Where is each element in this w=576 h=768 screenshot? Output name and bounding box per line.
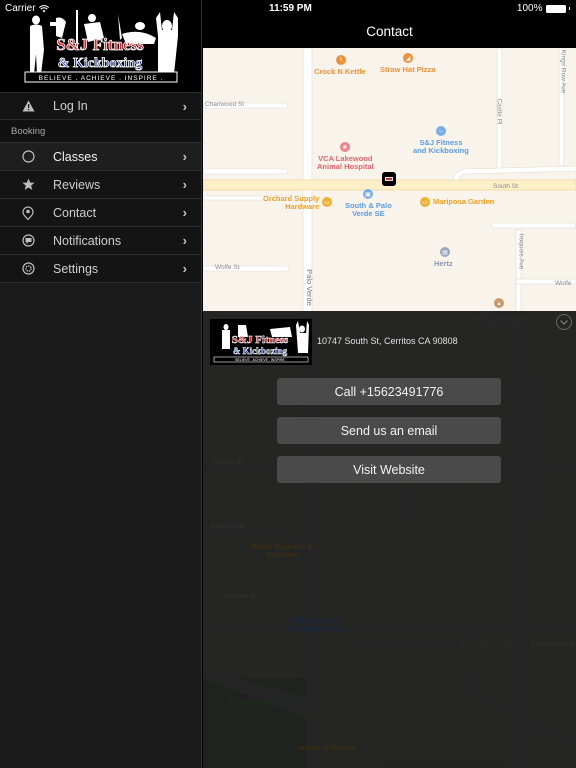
- wifi-icon: [38, 4, 49, 12]
- poi-hertz[interactable]: Hertz: [434, 260, 453, 268]
- sidebar-item-settings[interactable]: Settings ›: [0, 255, 201, 283]
- poi-sj-fitness[interactable]: S&J Fitness and Kickboxing: [413, 139, 469, 155]
- battery-indicator: 100%: [517, 3, 570, 14]
- visit-website-button[interactable]: Visit Website: [277, 456, 501, 483]
- street-label: Palo Verde: [304, 269, 314, 306]
- pizza-icon[interactable]: ◢: [403, 53, 413, 63]
- shop-icon[interactable]: ▭: [322, 197, 332, 207]
- page-title: Contact: [366, 24, 413, 39]
- bus-icon[interactable]: ▣: [363, 189, 373, 199]
- education-icon[interactable]: ▴: [494, 298, 504, 308]
- street-label: South St: [493, 183, 518, 190]
- business-address: 10747 South St, Cerritos CA 90808: [317, 336, 458, 346]
- paw-icon[interactable]: ❀: [340, 142, 350, 152]
- svg-text:BELIEVE . ACHIEVE . INSPIRE .: BELIEVE . ACHIEVE . INSPIRE .: [39, 75, 164, 82]
- warning-icon: [20, 98, 36, 114]
- status-bar: Carrier 11:59 PM 100%: [0, 0, 576, 18]
- gear-icon: [20, 261, 36, 277]
- call-button[interactable]: Call +15623491776: [277, 378, 501, 405]
- sidebar-item-label: Classes: [53, 149, 98, 164]
- car-icon[interactable]: ▤: [440, 247, 450, 257]
- sidebar: S&J Fitness & Kickboxing BELIEVE . ACHIE…: [0, 0, 202, 768]
- location-pin-icon: [20, 205, 36, 221]
- chevron-right-icon: ›: [182, 177, 187, 192]
- poi-crock-n-kettle[interactable]: Crock N Kettle: [314, 68, 366, 76]
- sidebar-item-classes[interactable]: Classes ›: [0, 143, 201, 171]
- svg-text:S&J Fitness: S&J Fitness: [56, 35, 144, 54]
- street-label: Wolfe: [555, 280, 572, 287]
- shop-icon[interactable]: ▭: [420, 197, 430, 207]
- sidebar-item-label: Contact: [53, 205, 97, 220]
- sidebar-item-label: Reviews: [53, 177, 101, 192]
- sidebar-item-label: Settings: [53, 261, 99, 276]
- business-location-marker[interactable]: [382, 172, 396, 186]
- chevron-right-icon: ›: [182, 261, 187, 276]
- svg-text:& Kickboxing: & Kickboxing: [233, 346, 288, 356]
- dumbbell-icon[interactable]: ↔: [436, 126, 446, 136]
- poi-south-palo-verde-se[interactable]: South & Palo Verde SE: [345, 202, 392, 218]
- poi-straw-hat-pizza[interactable]: Straw Hat Pizza: [380, 66, 435, 74]
- sidebar-item-log-in[interactable]: Log In ›: [0, 92, 201, 120]
- poi-vca-lakewood[interactable]: VCA Lakewood Animal Hospital: [317, 155, 374, 171]
- sidebar-item-label: Notifications: [53, 233, 122, 248]
- business-logo: S&J Fitness & Kickboxing BELIEVE . ACHIE…: [210, 319, 312, 365]
- street-label: Kings Row Ave: [559, 49, 567, 94]
- chevron-down-icon: [560, 319, 568, 325]
- sidebar-item-label: Log In: [53, 99, 88, 113]
- chevron-right-icon: ›: [182, 98, 187, 114]
- star-icon: [20, 177, 36, 193]
- carrier-label: Carrier: [5, 3, 36, 14]
- chevron-right-icon: ›: [182, 233, 187, 248]
- brand-logo: S&J Fitness & Kickboxing BELIEVE . ACHIE…: [24, 10, 178, 83]
- chevron-right-icon: ›: [182, 205, 187, 220]
- sidebar-item-notifications[interactable]: Notifications ›: [0, 227, 201, 255]
- svg-text:& Kickboxing: & Kickboxing: [58, 56, 142, 71]
- sidebar-item-contact[interactable]: Contact ›: [0, 199, 201, 227]
- contact-info-panel: S&J Fitness & Kickboxing BELIEVE . ACHIE…: [203, 311, 576, 768]
- svg-text:BELIEVE . ACHIEVE . INSPIRE .: BELIEVE . ACHIEVE . INSPIRE .: [235, 358, 287, 362]
- sidebar-item-reviews[interactable]: Reviews ›: [0, 171, 201, 199]
- street-label: Castle Pl: [495, 98, 503, 125]
- circle-icon: [20, 149, 36, 165]
- chat-bubble-icon: [20, 233, 36, 249]
- battery-icon: [545, 4, 566, 13]
- chevron-right-icon: ›: [182, 149, 187, 164]
- email-button[interactable]: Send us an email: [277, 417, 501, 444]
- battery-percent: 100%: [516, 3, 543, 14]
- clock: 11:59 PM: [269, 3, 312, 14]
- street-label: Wolfe St: [215, 264, 240, 271]
- section-header-booking: Booking: [0, 120, 201, 143]
- collapse-panel-button[interactable]: [556, 314, 572, 330]
- street-label: Charlwood St: [205, 101, 245, 108]
- poi-orchard-supply[interactable]: Orchard Supply Hardware: [263, 195, 319, 211]
- street-label: Iroquois Ave: [517, 233, 525, 270]
- restaurant-icon[interactable]: ⑊: [336, 55, 346, 65]
- app-root: Carrier 11:59 PM 100% S&J Fitness & Kick…: [0, 0, 576, 768]
- poi-mariposa-garden[interactable]: Mariposa Garden: [433, 198, 494, 206]
- svg-text:S&J Fitness: S&J Fitness: [232, 334, 289, 346]
- carrier-indicator: Carrier: [5, 3, 49, 14]
